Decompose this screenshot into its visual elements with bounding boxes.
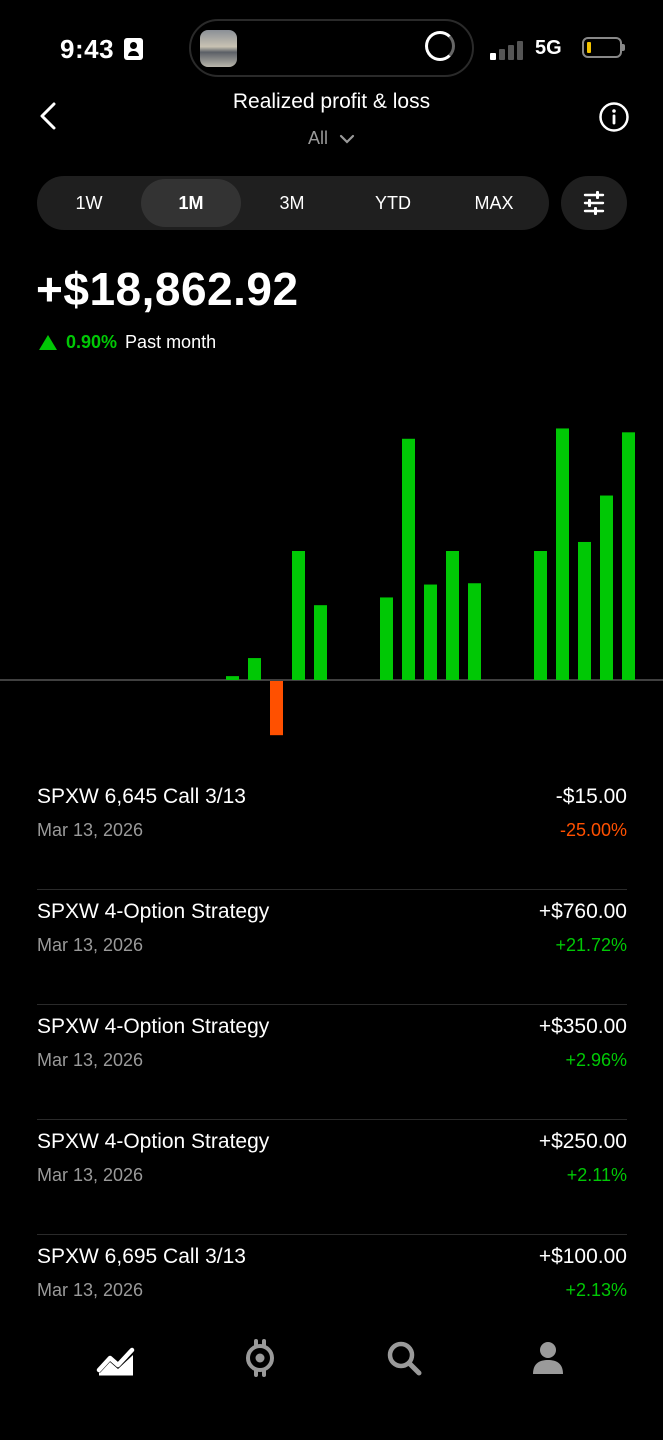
chart-bar[interactable] bbox=[270, 681, 283, 736]
nav-account-button[interactable] bbox=[528, 1338, 568, 1378]
transaction-percent: +2.13% bbox=[565, 1280, 627, 1300]
transaction-date: Mar 13, 2026 bbox=[37, 935, 144, 955]
chart-bar[interactable] bbox=[248, 658, 261, 680]
transaction-amount: -$15.00 bbox=[555, 785, 627, 808]
signal-icon bbox=[490, 38, 526, 60]
transaction-date: Mar 13, 2026 bbox=[37, 1280, 144, 1300]
transaction-amount: +$350.00 bbox=[538, 1015, 627, 1038]
page-title: Realized profit & loss bbox=[232, 90, 431, 113]
search-icon bbox=[387, 1341, 422, 1376]
transaction-name: SPXW 6,695 Call 3/13 bbox=[37, 1245, 246, 1268]
chart-bar[interactable] bbox=[424, 584, 437, 680]
transaction-name: SPXW 4-Option Strategy bbox=[37, 1130, 270, 1153]
chart-bar[interactable] bbox=[380, 597, 393, 680]
change-period: Past month bbox=[125, 331, 217, 352]
transaction-date: Mar 13, 2026 bbox=[37, 1165, 144, 1185]
total-realized-value: +$18,862.92 bbox=[36, 263, 299, 315]
range-tab-max[interactable]: MAX bbox=[444, 179, 544, 227]
chart-bar[interactable] bbox=[314, 605, 327, 680]
info-icon bbox=[599, 102, 629, 132]
up-triangle-icon bbox=[39, 334, 57, 350]
chart-bar[interactable] bbox=[446, 551, 459, 680]
chart-icon bbox=[96, 1347, 135, 1376]
chart-bar[interactable] bbox=[578, 541, 591, 680]
nav-crypto-button[interactable] bbox=[240, 1338, 280, 1378]
chart-bar[interactable] bbox=[292, 551, 305, 680]
status-time: 9:43 bbox=[60, 34, 115, 64]
chart-bar[interactable] bbox=[402, 438, 415, 680]
sliders-icon bbox=[583, 191, 605, 215]
change-summary: 0.90% Past month bbox=[39, 330, 216, 354]
chevron-down-icon bbox=[339, 135, 355, 144]
filter-button[interactable] bbox=[561, 176, 627, 230]
transaction-percent: +2.11% bbox=[566, 1165, 627, 1185]
transaction-amount: +$250.00 bbox=[538, 1130, 627, 1153]
transaction-percent: +2.96% bbox=[565, 1050, 627, 1070]
pnl-bar-chart[interactable] bbox=[0, 380, 663, 760]
crypto-icon bbox=[246, 1339, 274, 1377]
transaction-row[interactable]: SPXW 4-Option Strategy Mar 13, 2026 +$250.… bbox=[37, 1120, 627, 1235]
account-filter-dropdown[interactable]: All bbox=[0, 128, 663, 149]
chart-bar[interactable] bbox=[556, 428, 569, 680]
transaction-percent: +21.72% bbox=[555, 935, 627, 955]
range-tab-ytd[interactable]: YTD bbox=[343, 179, 443, 227]
transaction-percent: -25.00% bbox=[559, 820, 627, 840]
live-activity-thumbnail bbox=[200, 30, 237, 67]
nav-investing-button[interactable] bbox=[96, 1338, 136, 1378]
transaction-row[interactable]: SPXW 6,645 Call 3/13 Mar 13, 2026 -$15.00 -… bbox=[37, 775, 627, 890]
account-filter-label: All bbox=[307, 128, 328, 148]
change-percent: 0.90% bbox=[66, 331, 118, 352]
chart-bar[interactable] bbox=[226, 676, 239, 680]
transaction-row[interactable]: SPXW 4-Option Strategy Mar 13, 2026 +$350.… bbox=[37, 1005, 627, 1120]
chart-bar[interactable] bbox=[622, 432, 635, 680]
battery-icon bbox=[582, 37, 625, 58]
range-tab-1w[interactable]: 1W bbox=[39, 179, 139, 227]
nav-search-button[interactable] bbox=[384, 1338, 424, 1378]
network-label: 5G bbox=[535, 37, 562, 59]
chart-bar[interactable] bbox=[600, 495, 613, 680]
range-selector: 1W 1M 3M YTD MAX bbox=[37, 176, 549, 230]
range-tab-1m[interactable]: 1M bbox=[141, 179, 241, 227]
chart-bar[interactable] bbox=[534, 551, 547, 680]
transaction-amount: +$100.00 bbox=[538, 1245, 627, 1268]
transaction-name: SPXW 6,645 Call 3/13 bbox=[37, 785, 246, 808]
progress-ring-icon bbox=[425, 31, 455, 61]
transaction-date: Mar 13, 2026 bbox=[37, 820, 144, 840]
bottom-nav bbox=[0, 1310, 663, 1440]
transaction-row[interactable]: SPXW 4-Option Strategy Mar 13, 2026 +$760.… bbox=[37, 890, 627, 1005]
transaction-name: SPXW 4-Option Strategy bbox=[37, 1015, 270, 1038]
transaction-date: Mar 13, 2026 bbox=[37, 1050, 144, 1070]
account-icon bbox=[533, 1342, 563, 1374]
range-tab-3m[interactable]: 3M bbox=[242, 179, 342, 227]
transaction-amount: +$760.00 bbox=[538, 900, 627, 923]
id-card-icon bbox=[124, 38, 143, 60]
info-button[interactable] bbox=[598, 101, 630, 133]
transaction-name: SPXW 4-Option Strategy bbox=[37, 900, 270, 923]
chart-bar[interactable] bbox=[468, 583, 481, 680]
